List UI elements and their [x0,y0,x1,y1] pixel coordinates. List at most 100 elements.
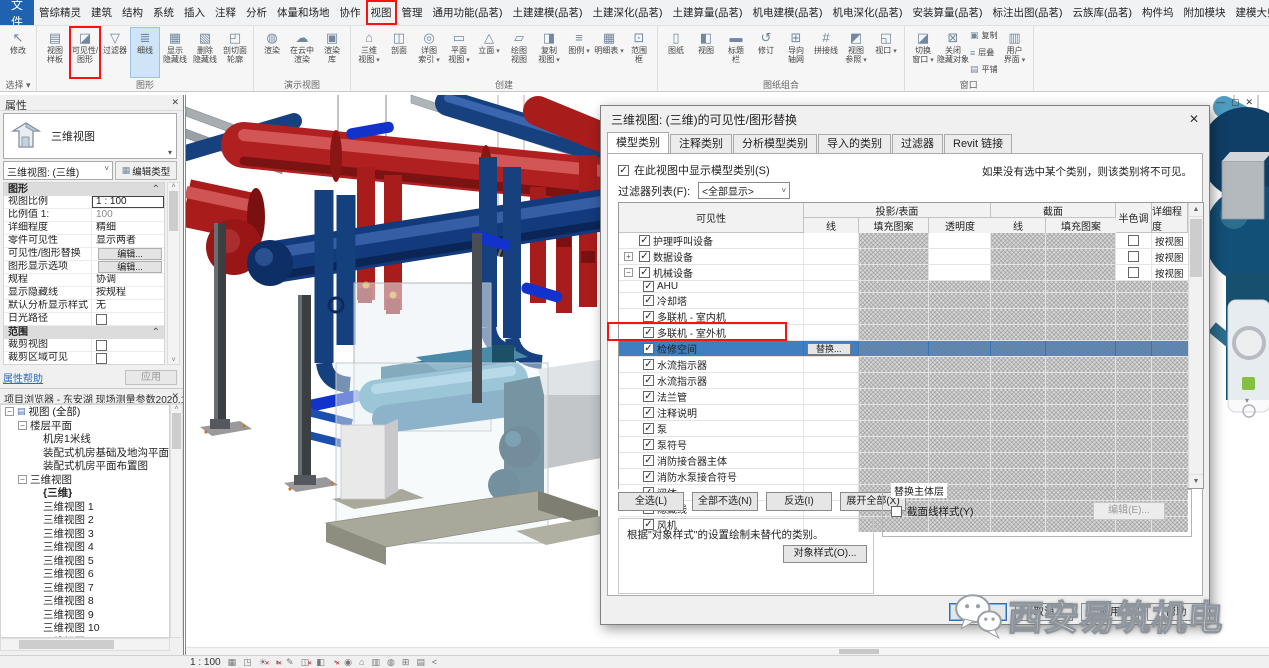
tree-item[interactable]: −三维视图 [1,473,169,487]
visibility-checkbox[interactable] [643,471,654,482]
tree-item[interactable]: 三维视图 3 [1,527,169,541]
visibility-checkbox[interactable] [643,343,654,354]
table-expander-icon[interactable]: − [624,268,633,277]
tree-item[interactable]: 三维视图 6 [1,567,169,581]
ribbon-button[interactable]: ◱视口 ▾ [871,27,901,78]
category-name-cell[interactable]: 消防接合器主体 [619,453,804,468]
ribbon-button[interactable]: ↺修订 [751,27,781,78]
ribbon-button-small[interactable]: ▣复制 [970,30,998,41]
crop-region-icon[interactable]: ◧ [316,657,325,667]
close-view-icon[interactable]: ✕ [1245,97,1259,107]
cut-line-styles-row[interactable]: 截面线样式(Y) [891,504,974,519]
menu-tab-15[interactable]: 机电建模(品茗) [748,0,828,25]
tree-item[interactable]: 装配式机房平面布置图 [1,459,169,473]
visibility-checkbox[interactable] [643,327,654,338]
ribbon-button[interactable]: ▽过滤器 [100,27,130,78]
collapse-icon[interactable]: < [432,657,437,667]
visual-style-icon[interactable]: ◳ [243,657,252,667]
visibility-checkbox[interactable] [643,375,654,386]
ribbon-button[interactable]: ▧删除隐藏线 [190,27,220,78]
show-model-categories-checkbox[interactable] [618,165,629,176]
tree-item[interactable]: 三维视图 2 [1,513,169,527]
category-row-2[interactable]: −机械设备按视图 [619,265,1188,281]
file-menu-button[interactable]: 文件 [0,0,34,25]
menu-tab-12[interactable]: 土建建模(品茗) [508,0,588,25]
tree-item[interactable]: 三维视图 8 [1,594,169,608]
property-value[interactable]: 精细 [92,222,164,234]
tree-item[interactable]: 三维视图 9 [1,608,169,622]
category-table-scrollbar[interactable]: ▲ ▼ [1188,203,1203,488]
object-styles-button[interactable]: 对象样式(O)... [783,545,867,563]
category-row-3[interactable]: AHU [619,281,1188,293]
table-expander-icon[interactable]: + [624,252,633,261]
menu-tab-3[interactable]: 系统 [148,0,179,25]
visibility-checkbox[interactable] [643,295,654,306]
project-browser-close-icon[interactable]: ✕ [171,391,179,402]
ribbon-button[interactable]: ▬标题栏 [721,27,751,78]
tree-item[interactable]: 三维视图 5 [1,554,169,568]
menu-tab-7[interactable]: 体量和场地 [272,0,335,25]
category-name-cell[interactable]: −机械设备 [619,265,804,280]
edit-cut-line-styles-button[interactable]: 编辑(E)... [1093,502,1165,520]
tree-expander-icon[interactable]: − [5,407,14,416]
property-value[interactable]: 按规程 [92,287,164,299]
menu-tab-9[interactable]: 视图 [366,0,397,25]
property-value[interactable] [92,313,164,325]
halftone-checkbox[interactable] [1128,235,1139,246]
sketchy-lines-icon[interactable]: ✎ [286,657,294,667]
menu-tab-8[interactable]: 协作 [335,0,366,25]
ribbon-button[interactable]: ▤视图样板 [40,27,70,78]
tree-item[interactable]: 三维视图 7 [1,581,169,595]
category-name-cell[interactable]: 泵符号 [619,437,804,452]
property-value[interactable]: 无 [92,300,164,312]
edit-button[interactable]: 编辑... [98,248,162,260]
type-dropdown-icon[interactable]: ▾ [168,148,172,157]
filter-list-dropdown[interactable]: <全部显示>˅ [698,182,790,199]
property-value[interactable] [92,339,164,351]
projection-line-cell[interactable] [804,249,859,264]
halftone-cell[interactable] [1116,249,1152,264]
projection-line-cell[interactable] [804,405,859,420]
category-name-cell[interactable]: 冷却塔 [619,293,804,308]
menu-tab-16[interactable]: 机电深化(品茗) [828,0,908,25]
ribbon-button-small[interactable]: ▤平铺 [970,64,998,75]
category-row-10[interactable]: 法兰管 [619,389,1188,405]
analytical-model-icon[interactable]: ◍ [387,657,395,667]
category-row-0[interactable]: 护理呼叫设备按视图 [619,233,1188,249]
property-value[interactable]: 编辑... [92,248,164,260]
dialog-button-2[interactable]: 应用 [1081,603,1139,621]
projection-line-cell[interactable] [804,453,859,468]
property-value[interactable]: 100 [92,209,164,221]
detail-level-cell[interactable]: 按视图 [1152,233,1188,248]
dialog-tab-1[interactable]: 注释类别 [670,134,732,153]
visibility-checkbox[interactable] [643,439,654,450]
category-row-12[interactable]: 泵 [619,421,1188,437]
property-value[interactable]: 协调 [92,274,164,286]
menu-tab-21[interactable]: 附加模块 [1179,0,1231,25]
property-checkbox[interactable] [96,314,107,325]
menu-tab-1[interactable]: 建筑 [86,0,117,25]
ribbon-button[interactable]: ◩视图参照 ▾ [841,27,871,78]
tree-item[interactable]: 装配式机房基础及地沟平面布置图 [1,446,169,460]
properties-scrollbar[interactable]: ˄˅ [167,182,180,365]
halftone-checkbox[interactable] [1128,267,1139,278]
dialog-tab-3[interactable]: 导入的类别 [818,134,891,153]
ribbon-button[interactable]: ▱绘图视图 [504,27,534,78]
project-browser-vscrollbar[interactable]: ˄ [170,404,183,638]
menu-tab-18[interactable]: 标注出图(品茗) [988,0,1068,25]
apply-button[interactable]: 应用 [125,370,177,385]
category-name-cell[interactable]: AHU [619,281,804,292]
project-browser-hscrollbar[interactable] [0,638,170,651]
visibility-checkbox[interactable] [643,423,654,434]
property-value[interactable]: 编辑... [92,261,164,273]
category-row-7[interactable]: 检修空间替换... [619,341,1188,357]
select-button-0[interactable]: 全选(L) [618,492,684,511]
halftone-cell[interactable] [1116,233,1152,248]
restore-icon[interactable]: ▢ [1231,97,1246,107]
tree-item[interactable]: −楼层平面 [1,419,169,433]
ribbon-button[interactable]: ⊠关闭隐藏对象 [938,27,968,78]
dialog-titlebar[interactable]: 三维视图: (三维)的可见性/图形替换 ✕ [601,106,1209,132]
visibility-checkbox[interactable] [643,391,654,402]
projection-line-cell[interactable] [804,437,859,452]
ribbon-button[interactable]: ≡图例 ▾ [564,27,594,78]
